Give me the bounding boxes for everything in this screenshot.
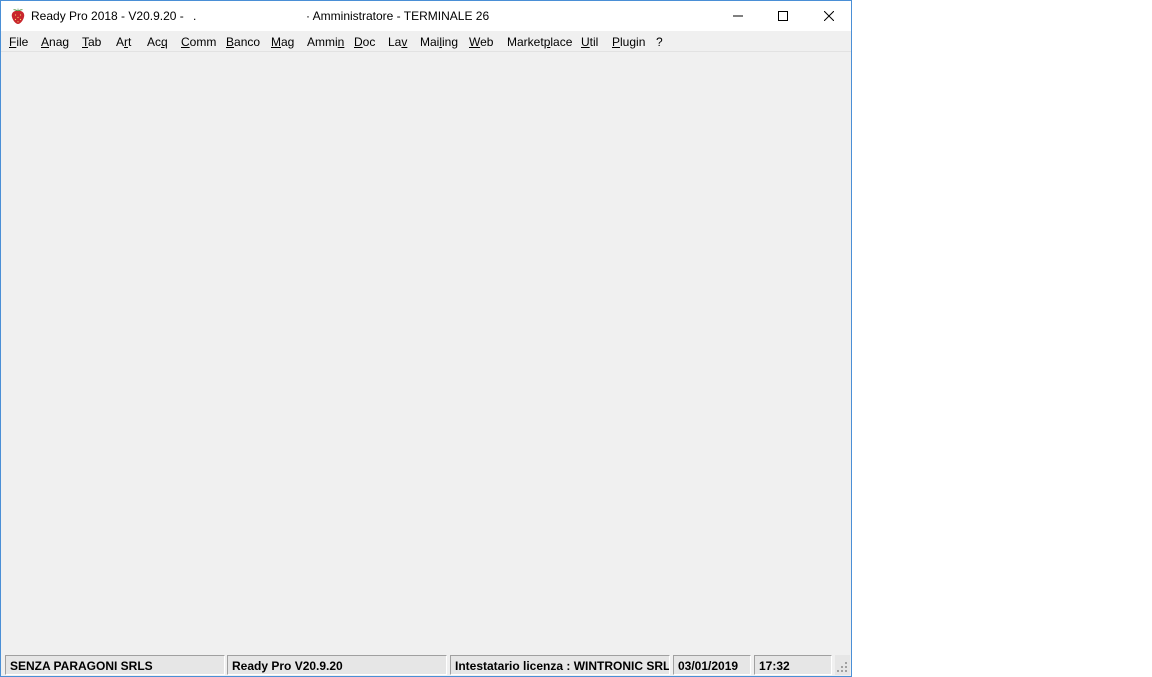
menu-mag[interactable]: Mag — [271, 35, 294, 49]
status-license: Intestatario licenza : WINTRONIC SRL — [450, 655, 670, 675]
menu-banco[interactable]: Banco — [226, 35, 260, 49]
close-icon — [824, 11, 834, 21]
strawberry-icon[interactable] — [10, 7, 26, 25]
status-date: 03/01/2019 — [673, 655, 751, 675]
status-version: Ready Pro V20.9.20 — [227, 655, 447, 675]
minimize-button[interactable] — [715, 1, 761, 31]
status-bar: SENZA PARAGONI SRLS Ready Pro V20.9.20 I… — [1, 653, 851, 676]
maximize-button[interactable] — [760, 1, 806, 31]
menu-art[interactable]: Art — [116, 35, 131, 49]
menu-util[interactable]: Util — [581, 35, 598, 49]
menu-tab[interactable]: Tab — [82, 35, 101, 49]
status-time: 17:32 — [754, 655, 832, 675]
close-button[interactable] — [806, 1, 851, 31]
menu-help[interactable]: ? — [656, 35, 663, 49]
menu-plugin[interactable]: Plugin — [612, 35, 645, 49]
app-window: Ready Pro 2018 - V20.9.20 - . · Amminist… — [0, 0, 852, 677]
menu-mailing[interactable]: Mailing — [420, 35, 458, 49]
minimize-icon — [733, 15, 743, 17]
window-title-separator: . — [193, 9, 197, 23]
menu-ammin[interactable]: Ammin — [307, 35, 344, 49]
menu-bar: File Anag Tab Art Acq Comm Banco Mag Amm… — [1, 31, 851, 52]
menu-marketplace[interactable]: Marketplace — [507, 35, 572, 49]
window-title: Ready Pro 2018 - V20.9.20 - — [31, 9, 184, 23]
maximize-icon — [778, 11, 788, 21]
status-company: SENZA PARAGONI SRLS — [5, 655, 225, 675]
mdi-client-area[interactable] — [1, 52, 851, 652]
menu-lav[interactable]: Lav — [388, 35, 407, 49]
menu-anag[interactable]: Anag — [41, 35, 69, 49]
menu-acq[interactable]: Acq — [147, 35, 168, 49]
window-title-user: · Amministratore - TERMINALE 26 — [306, 9, 490, 23]
menu-file[interactable]: File — [9, 35, 28, 49]
menu-web[interactable]: Web — [469, 35, 493, 49]
menu-doc[interactable]: Doc — [354, 35, 375, 49]
menu-comm[interactable]: Comm — [181, 35, 216, 49]
resize-grip[interactable] — [835, 655, 850, 675]
title-bar[interactable]: Ready Pro 2018 - V20.9.20 - . · Amminist… — [1, 1, 851, 31]
